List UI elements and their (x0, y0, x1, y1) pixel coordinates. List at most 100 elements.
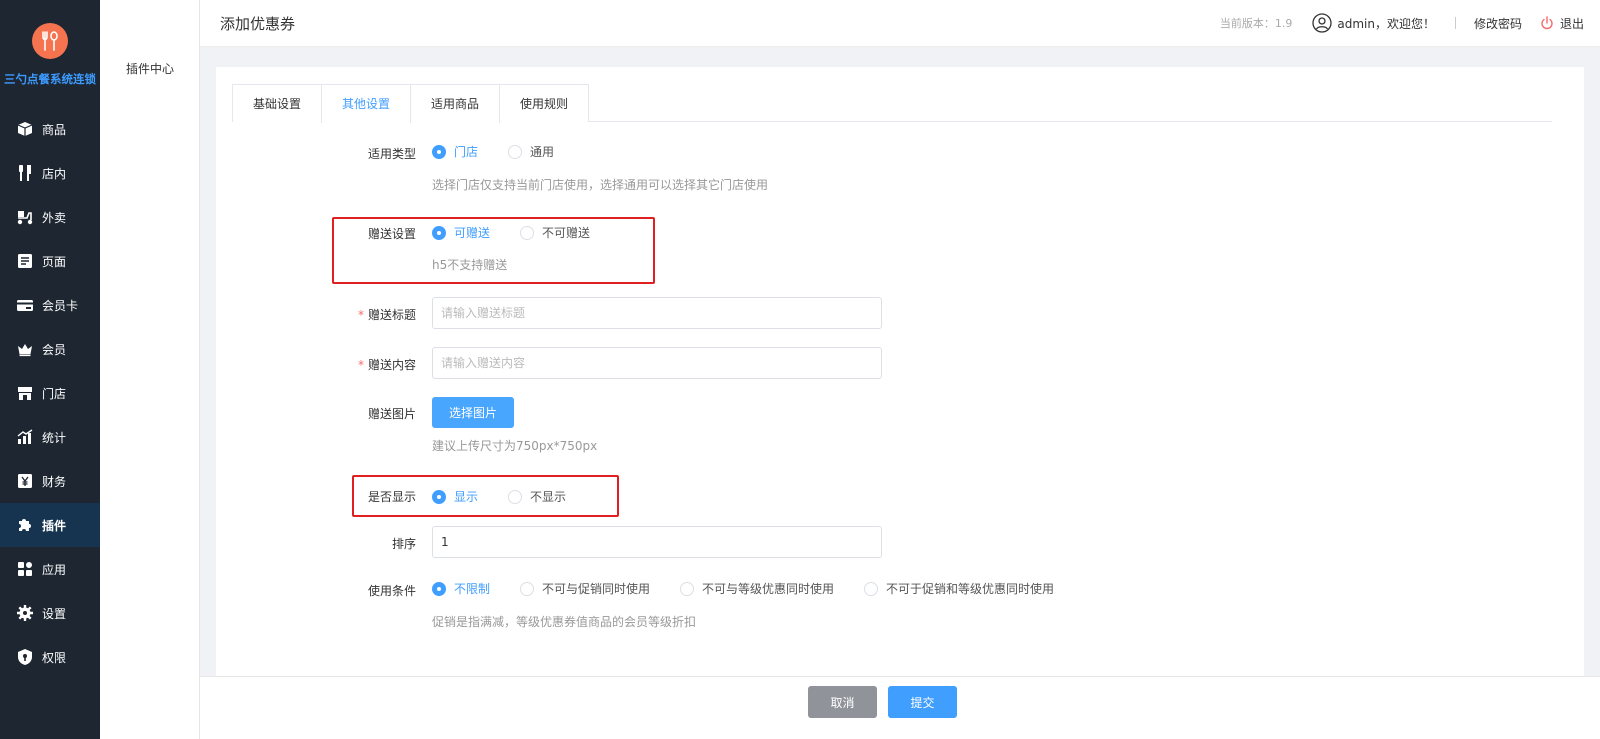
card-icon (15, 295, 35, 315)
store-icon (15, 383, 35, 403)
radio-dot (520, 581, 535, 596)
sidebar-item-label: 店内 (42, 166, 67, 181)
radio-not-with-both[interactable]: 不可于促销和等级优惠同时使用 (864, 580, 1054, 597)
box-icon (15, 119, 35, 139)
radio-label: 不可赠送 (542, 226, 591, 240)
conditions-label: 使用条件 (367, 584, 416, 598)
conditions-help: 促销是指满减，等级优惠券值商品的会员等级折扣 (432, 615, 697, 629)
power-icon (1540, 16, 1554, 30)
sidebar-item-label: 商品 (42, 122, 67, 137)
sidebar-item-label: 设置 (42, 606, 67, 621)
sidebar-item-takeout[interactable]: 外卖 (0, 195, 100, 239)
sidebar-item-finance[interactable]: 财务 (0, 459, 100, 503)
document-icon (15, 251, 35, 271)
radio-hide[interactable]: 不显示 (508, 488, 566, 505)
radio-dot (508, 489, 523, 504)
radio-dot (432, 144, 446, 159)
radio-giftable[interactable]: 可赠送 (432, 224, 490, 241)
gift-content-label-text: 赠送内容 (367, 358, 416, 372)
secondary-nav: 插件中心 (100, 0, 200, 739)
radio-show[interactable]: 显示 (432, 488, 478, 505)
sidebar-item-permissions[interactable]: 权限 (0, 635, 100, 679)
radio-label: 不可于促销和等级优惠同时使用 (886, 582, 1055, 596)
apply-type-radio-group: 门店 通用 (432, 143, 584, 160)
sidebar-item-store[interactable]: 门店 (0, 371, 100, 415)
gift-title-label-text: 赠送标题 (367, 308, 416, 322)
subnav-item-plugin-center[interactable]: 插件中心 (100, 60, 200, 77)
tab-other-settings[interactable]: 其他设置 (322, 85, 412, 123)
radio-dot (680, 581, 695, 596)
utensils-icon (15, 163, 35, 183)
apply-type-help: 选择门店仅支持当前门店使用，选择通用可以选择其它门店使用 (432, 178, 769, 192)
tab-basic-settings[interactable]: 基础设置 (233, 85, 323, 123)
sidebar-item-member[interactable]: 会员 (0, 327, 100, 371)
tab-usage-rules[interactable]: 使用规则 (500, 85, 589, 123)
select-image-button[interactable]: 选择图片 (432, 397, 515, 428)
gift-content-label: * 赠送内容 (358, 356, 416, 373)
divider (1454, 17, 1456, 29)
sidebar-menu: 商品 店内 外卖 页面 会员卡 会员 门店 统计 财务 插件 应用 设置 权限 (0, 107, 100, 679)
apply-type-label: 适用类型 (367, 147, 416, 161)
radio-label: 不显示 (530, 490, 567, 504)
logout-label: 退出 (1559, 16, 1584, 31)
user-greeting[interactable]: admin，欢迎您！ (1312, 13, 1435, 33)
radio-not-with-promotion[interactable]: 不可与促销同时使用 (520, 580, 650, 597)
top-header: 添加优惠券 当前版本：1.9 admin，欢迎您！ 修改密码 退出 (200, 0, 1600, 47)
scooter-icon (15, 207, 35, 227)
sidebar-item-dine-in[interactable]: 店内 (0, 151, 100, 195)
tab-applicable-goods[interactable]: 适用商品 (411, 85, 501, 123)
username-label: admin，欢迎您！ (1337, 16, 1435, 31)
display-label: 是否显示 (367, 490, 416, 504)
radio-no-limit[interactable]: 不限制 (432, 580, 490, 597)
footer-bar: 取消 提交 (200, 676, 1600, 739)
sort-input[interactable] (432, 526, 882, 558)
cancel-button[interactable]: 取消 (808, 686, 877, 718)
radio-label: 显示 (454, 490, 479, 504)
radio-dot (432, 225, 446, 240)
sidebar-item-label: 门店 (42, 386, 67, 401)
sidebar-item-label: 页面 (42, 254, 67, 269)
chart-icon (15, 427, 35, 447)
gift-title-input[interactable] (432, 297, 882, 329)
radio-label: 门店 (454, 145, 479, 159)
radio-label: 不限制 (454, 582, 491, 596)
sidebar-item-stats[interactable]: 统计 (0, 415, 100, 459)
form-card: 基础设置 其他设置 适用商品 使用规则 适用类型 门店 通用 选择门店仅支持当前… (216, 67, 1584, 691)
crown-icon (15, 339, 35, 359)
radio-store[interactable]: 门店 (432, 143, 478, 160)
gift-radio-group: 可赠送 不可赠送 (432, 224, 620, 241)
logout-link[interactable]: 退出 (1540, 15, 1584, 32)
sidebar-item-member-card[interactable]: 会员卡 (0, 283, 100, 327)
sidebar-item-plugins[interactable]: 插件 (0, 503, 100, 547)
sidebar: 三勺点餐系统连锁 商品 店内 外卖 页面 会员卡 会员 门店 统计 财务 插件 … (0, 0, 100, 739)
brand-name: 三勺点餐系统连锁 (4, 72, 96, 86)
sidebar-item-settings[interactable]: 设置 (0, 591, 100, 635)
radio-not-with-level-discount[interactable]: 不可与等级优惠同时使用 (680, 580, 834, 597)
gift-content-input[interactable] (432, 347, 882, 379)
radio-dot (432, 489, 446, 504)
user-icon (1312, 13, 1333, 33)
radio-not-giftable[interactable]: 不可赠送 (520, 224, 590, 241)
submit-button[interactable]: 提交 (888, 686, 957, 718)
sidebar-item-label: 会员卡 (42, 298, 79, 313)
gift-setting-label: 赠送设置 (367, 227, 416, 241)
radio-label: 不可与等级优惠同时使用 (702, 582, 835, 596)
radio-dot (432, 581, 446, 596)
radio-label: 可赠送 (454, 226, 491, 240)
gift-image-help: 建议上传尺寸为750px*750px (432, 439, 598, 453)
change-password-link[interactable]: 修改密码 (1474, 15, 1522, 32)
shield-icon (15, 647, 35, 667)
sidebar-item-label: 会员 (42, 342, 67, 357)
radio-label: 通用 (530, 145, 555, 159)
sidebar-item-label: 外卖 (42, 210, 67, 225)
tab-group: 基础设置 其他设置 适用商品 使用规则 (232, 84, 590, 123)
sidebar-item-apps[interactable]: 应用 (0, 547, 100, 591)
radio-general[interactable]: 通用 (508, 143, 554, 160)
sidebar-item-label: 财务 (42, 474, 67, 489)
sidebar-item-pages[interactable]: 页面 (0, 239, 100, 283)
page-title: 添加优惠券 (220, 15, 296, 33)
sidebar-item-goods[interactable]: 商品 (0, 107, 100, 151)
radio-dot (864, 581, 879, 596)
yen-icon (15, 471, 35, 491)
gift-image-label: 赠送图片 (367, 407, 416, 421)
